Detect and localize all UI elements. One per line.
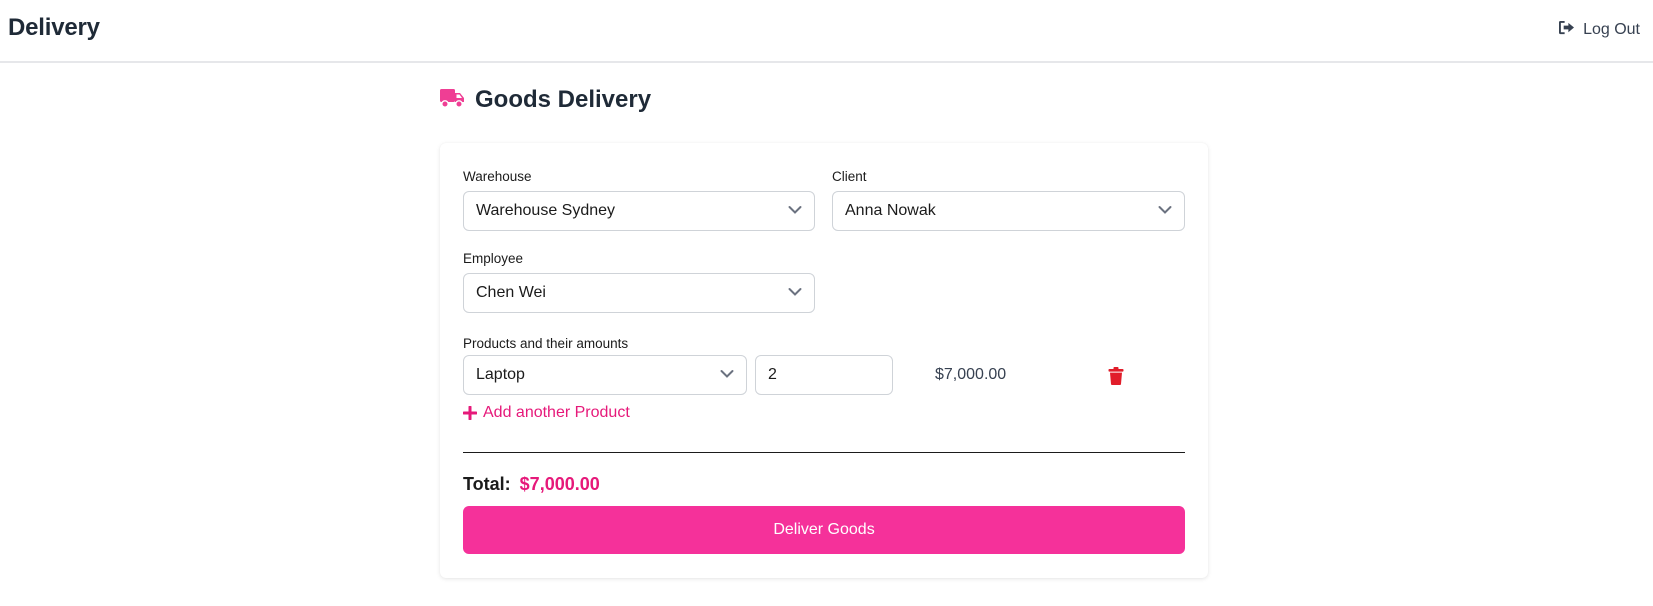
app-title: Delivery: [8, 14, 100, 41]
page-heading: Goods Delivery: [440, 86, 651, 114]
warehouse-select[interactable]: Warehouse Sydney: [463, 191, 815, 231]
sign-out-icon: [1558, 20, 1575, 40]
chevron-down-icon: [720, 370, 734, 378]
logout-button[interactable]: Log Out: [1558, 20, 1640, 40]
deliver-goods-button[interactable]: Deliver Goods: [463, 506, 1185, 554]
product-value: Laptop: [476, 366, 525, 383]
trash-icon: [1108, 367, 1124, 385]
truck-icon: [440, 87, 465, 114]
client-select[interactable]: Anna Nowak: [832, 191, 1185, 231]
delete-product-button[interactable]: [1108, 367, 1124, 390]
quantity-input[interactable]: [755, 355, 893, 395]
delivery-form-card: Warehouse Warehouse Sydney Client Anna N…: [440, 143, 1208, 578]
total-amount: $7,000.00: [519, 474, 600, 494]
warehouse-label: Warehouse: [463, 169, 532, 184]
plus-icon: [463, 406, 477, 420]
employee-label: Employee: [463, 251, 524, 266]
warehouse-value: Warehouse Sydney: [476, 202, 616, 219]
total-label: Total:: [463, 474, 511, 494]
product-select[interactable]: Laptop: [463, 355, 747, 395]
client-value: Anna Nowak: [845, 202, 936, 219]
chevron-down-icon: [788, 206, 802, 214]
add-product-button[interactable]: Add another Product: [463, 404, 630, 422]
products-label: Products and their amounts: [463, 336, 629, 351]
add-product-label: Add another Product: [483, 404, 630, 421]
divider: [463, 452, 1185, 453]
client-label: Client: [832, 169, 867, 184]
employee-value: Chen Wei: [476, 284, 546, 301]
logout-label: Log Out: [1583, 21, 1640, 38]
chevron-down-icon: [788, 288, 802, 296]
top-navbar: Delivery Log Out: [0, 0, 1653, 63]
chevron-down-icon: [1158, 206, 1172, 214]
product-price: $7,000.00: [935, 366, 1007, 383]
page-title: Goods Delivery: [475, 86, 652, 113]
total-line: Total: $7,000.00: [463, 474, 600, 495]
employee-select[interactable]: Chen Wei: [463, 273, 815, 313]
